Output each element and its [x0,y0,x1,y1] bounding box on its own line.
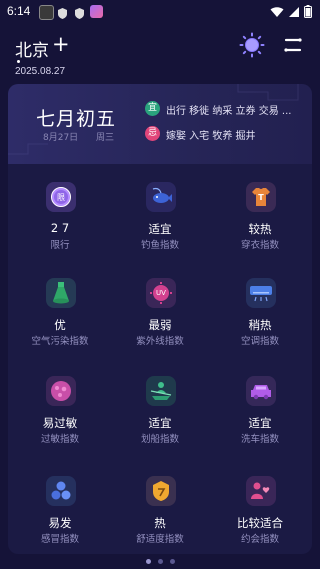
index-tile-dressing[interactable]: T 较热 穿衣指数 [210,166,310,256]
almanac-card[interactable]: 七月初五 8月27日 周三 宜 出行 移徙 纳采 立券 交易 ... 忌 嫁娶 … [8,84,312,164]
wifi-icon [270,6,284,17]
status-time: 6:14 [7,4,31,18]
index-value: 适宜 [148,416,172,430]
air-bottle-icon [46,278,76,308]
page-indicator[interactable] [0,559,320,564]
index-tile-air-conditioner[interactable]: 稍热 空调指数 [210,262,310,352]
yi-badge: 宜 [145,101,160,116]
index-tile-dating[interactable]: 比较适合 约会指数 [210,460,310,550]
index-label: 洗车指数 [240,434,279,445]
car-wash-icon [246,376,276,406]
header: 北京 + 2025.08.27 [0,24,320,82]
index-value: 易过敏 [42,416,78,430]
air-conditioner-icon [246,278,276,308]
index-value: 较热 [248,222,272,236]
city-name[interactable]: 北京 [15,36,49,61]
index-label: 过敏指数 [40,434,79,445]
battery-icon [304,5,312,18]
index-label: 划船指数 [140,434,179,445]
index-value: 最弱 [148,318,172,332]
index-value: 2 7 [50,221,70,235]
notification-app-icon [39,5,54,20]
fish-icon [146,182,176,212]
status-bar: 6:14 [0,0,320,24]
ji-activities: 嫁娶 入宅 牧养 掘井 [166,131,256,142]
index-label: 限行 [50,240,70,251]
index-tile-car-wash[interactable]: 适宜 洗车指数 [210,360,310,450]
index-tile-air-quality[interactable]: 优 空气污染指数 [10,262,110,352]
life-index-grid: 限 2 7 限行 适宜 钓鱼指数 T 较热 穿衣指数 优 空气污染指数 UV 最… [8,164,312,554]
index-label: 紫外线指数 [136,336,184,347]
signal-icon [289,6,299,17]
gallery-icon [90,5,103,18]
sun-icon [239,32,265,58]
index-tile-fishing[interactable]: 适宜 钓鱼指数 [110,166,210,256]
index-tile-allergy[interactable]: 易过敏 过敏指数 [10,360,110,450]
index-label: 穿衣指数 [240,240,279,251]
uv-icon: UV [146,278,176,308]
page-dot[interactable] [169,559,175,564]
location-indicator [17,60,20,63]
lunar-date: 七月初五 [36,109,117,130]
solar-date: 8月27日 [43,133,79,143]
index-value: 稍热 [248,318,272,332]
shield-icon [73,5,86,19]
index-tile-uv[interactable]: UV 最弱 紫外线指数 [110,262,210,352]
index-value: 适宜 [248,416,272,430]
index-tile-restriction[interactable]: 限 2 7 限行 [10,166,110,256]
theme-sun-button[interactable] [239,32,265,58]
dating-icon [246,476,276,506]
settings-menu-button[interactable] [282,35,304,55]
index-label: 感冒指数 [40,534,79,545]
index-tile-cold[interactable]: 易发 感冒指数 [10,460,110,550]
index-label: 舒适度指数 [136,534,184,545]
index-label: 空气污染指数 [31,336,89,347]
page-dot[interactable] [145,559,151,564]
current-date: 2025.08.27 [15,66,66,77]
index-value: 优 [54,318,66,332]
page-dot[interactable] [157,559,163,564]
index-tile-boating[interactable]: 适宜 划船指数 [110,360,210,450]
index-label: 约会指数 [240,534,279,545]
index-value: 比较适合 [237,516,283,530]
index-tile-comfort[interactable]: 热 舒适度指数 [110,460,210,550]
add-city-button[interactable]: + [52,34,70,55]
weekday: 周三 [96,133,115,143]
boating-icon [146,376,176,406]
index-value: 易发 [48,516,72,530]
ji-badge: 忌 [145,126,160,141]
comfort-icon [146,476,176,506]
license-restriction-icon: 限 [46,182,76,212]
yi-activities: 出行 移徙 纳采 立券 交易 ... [166,106,292,117]
index-label: 空调指数 [240,336,279,347]
index-label: 钓鱼指数 [140,240,179,251]
menu-icon [284,38,302,52]
shield-icon [56,5,69,19]
allergy-icon [46,376,76,406]
shirt-icon: T [246,182,276,212]
index-value: 适宜 [148,222,172,236]
cold-pills-icon [46,476,76,506]
index-value: 热 [154,516,166,530]
